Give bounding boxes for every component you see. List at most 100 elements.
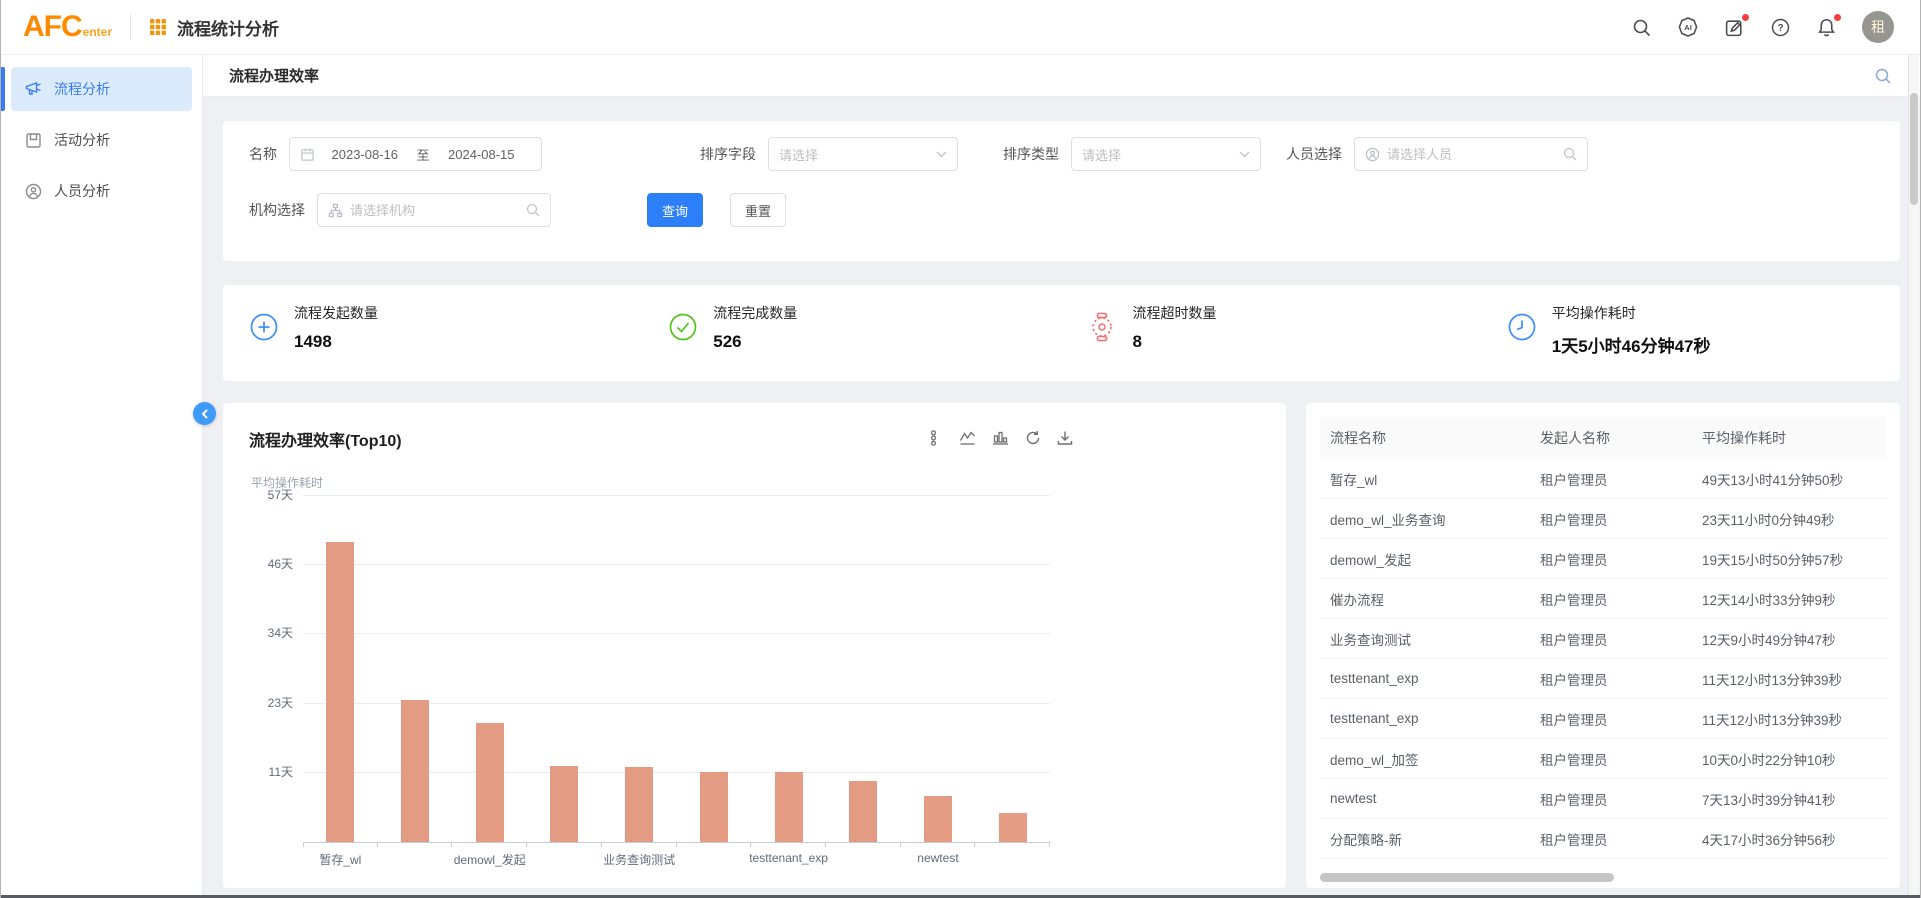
stat-value: 526 [713,332,797,352]
stat-label: 流程超时数量 [1133,303,1217,323]
stack-icon[interactable] [928,430,943,446]
bar-series: 暂存_wldemowl_发起业务查询测试testtenant_expnewtes… [303,496,1050,842]
page-search-icon[interactable] [1874,67,1892,85]
table-row[interactable]: testtenant_exp租户管理员11天12小时13分钟39秒 [1320,699,1886,739]
sidebar-item-人员分析[interactable]: 人员分析 [11,169,192,213]
cell-avg-duration: 12天14小时33分钟9秒 [1702,589,1886,609]
sidebar-item-流程分析[interactable]: 流程分析 [11,67,192,111]
chart-card: 流程办理效率(Top10) [223,403,1286,888]
category-slot [975,496,1050,842]
person-icon [1365,147,1380,162]
table-row[interactable]: 暂存_wl租户管理员49天13小时41分钟50秒 [1320,459,1886,499]
date-range-picker[interactable]: 2023-08-16 至 2024-08-15 [289,137,542,171]
date-start-value[interactable]: 2023-08-16 [315,147,415,162]
table-row[interactable]: demo_wl_业务查询租户管理员23天11小时0分钟49秒 [1320,499,1886,539]
x-axis-tick [900,842,901,847]
bar-newtest [924,796,952,842]
chevron-down-icon [1239,151,1250,158]
bar-testtenant_exp [775,772,803,842]
download-icon[interactable] [1057,430,1073,446]
x-axis-tick-label: 业务查询测试 [557,851,721,868]
x-axis-tick-label: newtest [856,851,1020,865]
chart-title: 流程办理效率(Top10) [249,427,402,451]
horizontal-scrollbar-thumb[interactable] [1320,873,1614,882]
column-header-平均操作耗时: 平均操作耗时 [1702,428,1886,448]
cell-process-name: newtest [1320,791,1540,806]
cell-avg-duration: 19天15小时50分钟57秒 [1702,549,1886,569]
bar-testtenant_exp [700,772,728,842]
sort-type-label: 排序类型 [1003,144,1059,164]
refresh-icon[interactable] [1025,430,1041,446]
sidebar-item-label: 人员分析 [54,181,110,201]
notifications-bell-icon[interactable] [1816,17,1837,38]
x-axis-tick [451,842,452,847]
cell-process-name: demo_wl_加签 [1320,749,1540,769]
sidebar-item-label: 活动分析 [54,130,110,150]
x-axis-tick [303,842,304,847]
ai-assistant-icon[interactable]: AI [1677,16,1699,38]
person-input[interactable] [1387,147,1556,162]
page-header: 流程办理效率 [203,55,1920,97]
bar-demo_wl_加签 [849,781,877,842]
cell-avg-duration: 4天17小时36分钟56秒 [1702,829,1886,849]
sidebar-collapse-button[interactable] [193,402,216,425]
stat-value: 8 [1133,332,1217,352]
category-slot: testtenant_exp [751,496,826,842]
app-logo[interactable]: AFC enter [23,12,112,42]
main-area: 流程办理效率 名称 [203,55,1920,898]
cell-avg-duration: 7天13小时39分钟41秒 [1702,789,1886,809]
page-title: 流程办理效率 [229,65,319,86]
table-row[interactable]: 催办流程租户管理员12天14小时33分钟9秒 [1320,579,1886,619]
org-filter-label: 机构选择 [249,200,305,220]
chart-toolbar [928,430,1073,446]
help-icon[interactable]: ? [1770,17,1791,38]
table-horizontal-scrollbar [1320,873,1886,882]
bar-demo_wl_业务查询 [401,700,429,842]
category-slot: newtest [901,496,976,842]
notes-icon[interactable] [1724,17,1745,38]
table-row[interactable]: testtenant_exp租户管理员11天12小时13分钟39秒 [1320,659,1886,699]
table-row[interactable]: 分配策略-新租户管理员4天17小时36分钟56秒 [1320,819,1886,859]
table-row[interactable]: newtest租户管理员7天13小时39分钟41秒 [1320,779,1886,819]
user-avatar[interactable]: 租 [1862,11,1894,43]
stat-流程发起数量: 流程发起数量1498 [223,303,642,381]
chart-canvas[interactable]: 11天23天34天46天57天暂存_wldemowl_发起业务查询测试testt… [303,496,1050,842]
search-icon [1563,147,1577,161]
cell-process-name: 催办流程 [1320,589,1540,609]
stat-value: 1498 [294,332,378,352]
stat-value: 1天5小时46分钟47秒 [1552,332,1711,357]
bar-chart-icon[interactable] [992,430,1009,446]
chevron-down-icon [936,151,947,158]
sort-field-select[interactable]: 请选择 [768,137,958,171]
cell-avg-duration: 11天12小时13分钟39秒 [1702,669,1886,689]
cell-initiator: 租户管理员 [1540,469,1702,489]
org-picker[interactable] [317,193,551,227]
line-chart-icon[interactable] [959,430,976,446]
x-axis-tick [1049,842,1050,847]
sort-type-select[interactable]: 请选择 [1071,137,1261,171]
stat-流程超时数量: 流程超时数量 8 [1062,303,1481,381]
watch-icon [1088,312,1118,342]
monitor-icon [25,81,54,98]
person-picker[interactable] [1354,137,1588,171]
org-input[interactable] [350,203,519,218]
table-row[interactable]: demo_wl_加签租户管理员10天0小时22分钟10秒 [1320,739,1886,779]
window-vertical-scrollbar [1908,55,1919,895]
app-grid-icon[interactable] [149,18,167,36]
x-axis-tick [974,842,975,847]
cell-initiator: 租户管理员 [1540,789,1702,809]
topbar: AFC enter 流程统计分析 AI [1,0,1920,55]
x-axis-tick [750,842,751,847]
sidebar-item-活动分析[interactable]: 活动分析 [11,118,192,162]
global-search-icon[interactable] [1631,17,1652,38]
cell-avg-duration: 12天9小时49分钟47秒 [1702,629,1886,649]
bar-催办流程 [550,766,578,842]
vertical-scrollbar-thumb[interactable] [1910,93,1918,205]
x-axis-tick [825,842,826,847]
date-end-value[interactable]: 2024-08-15 [432,147,532,162]
check-circle-icon [668,312,698,342]
table-row[interactable]: demowl_发起租户管理员19天15小时50分钟57秒 [1320,539,1886,579]
table-row[interactable]: 业务查询测试租户管理员12天9小时49分钟47秒 [1320,619,1886,659]
reset-button[interactable]: 重置 [730,193,786,227]
query-button[interactable]: 查询 [647,193,703,227]
